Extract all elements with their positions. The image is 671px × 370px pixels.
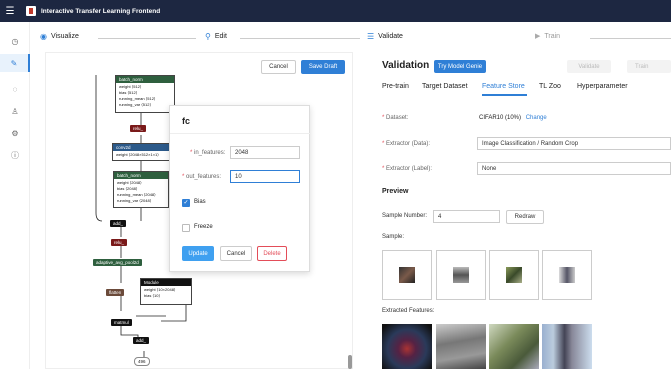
tab-pre-train[interactable]: Pre-train <box>382 83 409 90</box>
step-train-label: Train <box>544 32 561 40</box>
preview-heading: Preview <box>382 188 409 195</box>
step-validate-label: Validate <box>378 33 403 40</box>
tab-target-dataset[interactable]: Target Dataset <box>422 83 468 90</box>
extracted-features-label: Extracted Features: <box>382 308 435 314</box>
settings-icon[interactable]: ⚙ <box>8 126 22 140</box>
dataset-value: CIFAR10 (10%) <box>479 115 522 121</box>
sample-label: Sample: <box>382 234 405 240</box>
app-title: Interactive Transfer Learning Frontend <box>41 7 161 15</box>
node-param: running_var ⟨512⟩ <box>119 102 152 107</box>
out-features-label-text: out_features: <box>186 174 222 180</box>
extractor-data-label-text: Extractor (Data): <box>386 141 431 147</box>
node-module[interactable]: Module weight ⟨10×2048⟩ bias ⟨10⟩ <box>140 278 192 305</box>
node-title: batch_norm <box>116 76 174 83</box>
step-visualize-label: Visualize <box>50 33 79 40</box>
bias-checkbox[interactable]: ✓ <box>182 199 190 207</box>
tab-feature-store[interactable]: Feature Store <box>482 83 525 90</box>
step-edit[interactable]: ⚲ Edit <box>205 32 227 41</box>
sidebar: ◷ ✎ ◌ ♙ ⚙ ⓘ <box>0 22 30 369</box>
step-line <box>590 38 671 39</box>
play-icon: ▶ <box>535 33 541 40</box>
step-train[interactable]: ▶ Train <box>535 32 561 41</box>
feature-image[interactable] <box>382 324 432 369</box>
step-edit-label: Edit <box>214 33 227 40</box>
edit-icon[interactable]: ✎ <box>0 54 30 72</box>
validation-heading: Validation <box>382 60 430 71</box>
divider <box>170 133 311 134</box>
feature-image[interactable] <box>436 324 486 369</box>
node-title: conv2d <box>113 144 177 151</box>
in-features-label: * in_features: <box>190 150 226 156</box>
dataset-value-wrap: CIFAR10 (10%) Change <box>479 115 547 121</box>
freeze-label: Freeze <box>194 224 213 230</box>
node-param: weight ⟨2048×512×1×1⟩ <box>116 152 159 157</box>
out-features-label: * out_features: <box>182 174 222 180</box>
checklist-icon: ☰ <box>367 32 375 41</box>
in-features-label-text: in_features: <box>194 150 226 156</box>
freeze-checkbox[interactable] <box>182 224 190 232</box>
extractor-label-label: * Extractor (Label): <box>382 166 433 172</box>
node-relu[interactable]: relu_ <box>111 239 128 246</box>
sample-number-label: Sample Number: <box>382 213 428 219</box>
bias-label: Bias <box>194 199 206 205</box>
sample-image[interactable] <box>489 250 539 300</box>
node-flatten[interactable]: flatten <box>106 289 125 296</box>
info-icon[interactable]: ⓘ <box>8 148 22 162</box>
node-param: running_var ⟨2048⟩ <box>117 198 152 203</box>
sample-image[interactable] <box>542 250 592 300</box>
node-matmul[interactable]: matmul <box>111 319 132 326</box>
node-output[interactable]: 496 <box>134 357 150 366</box>
node-param: bias ⟨10⟩ <box>144 293 161 298</box>
clock-icon[interactable]: ◌ <box>8 82 22 96</box>
user-icon[interactable]: ♙ <box>8 104 22 118</box>
in-features-input[interactable]: 2048 <box>230 146 300 159</box>
tab-tl-zoo[interactable]: TL Zoo <box>539 83 561 90</box>
app-logo <box>26 6 36 16</box>
cancel-fc-button[interactable]: Cancel <box>220 246 252 261</box>
extractor-data-label: * Extractor (Data): <box>382 141 431 147</box>
node-add[interactable]: add_ <box>133 337 150 344</box>
node-title: batch_norm <box>114 172 168 179</box>
step-line <box>240 38 360 39</box>
node-batch-norm-top[interactable]: batch_norm weight ⟨512⟩ bias ⟨512⟩ runni… <box>115 75 175 113</box>
menu-icon[interactable]: ☰ <box>0 6 20 17</box>
dataset-change-link[interactable]: Change <box>526 115 547 121</box>
train-button[interactable]: Train <box>627 60 671 73</box>
node-adaptive-avg-pool2d[interactable]: adaptive_avg_pool2d <box>93 259 142 266</box>
dataset-label: * Dataset: <box>382 115 409 121</box>
fc-panel-title: fc <box>182 116 191 126</box>
extractor-label-select[interactable]: None <box>477 162 671 175</box>
delete-button[interactable]: Delete <box>257 246 287 261</box>
fc-edit-panel: fc * in_features: 2048 * out_features: 1… <box>169 105 311 272</box>
out-features-input[interactable]: 10 <box>230 170 300 183</box>
sample-image[interactable] <box>382 250 432 300</box>
step-validate[interactable]: ☰ Validate <box>367 32 403 41</box>
feature-image[interactable] <box>489 324 539 369</box>
try-model-genie-button[interactable]: Try Model Genie <box>434 60 486 73</box>
validate-button[interactable]: Validate <box>567 60 611 73</box>
validation-panel: Validation Try Model Genie Validate Trai… <box>372 52 671 369</box>
node-relu[interactable]: relu_ <box>130 125 147 132</box>
update-button[interactable]: Update <box>182 246 214 261</box>
active-tab-indicator <box>482 94 527 96</box>
extractor-label-label-text: Extractor (Label): <box>386 166 433 172</box>
tab-hyperparameter[interactable]: Hyperparameter <box>577 83 628 90</box>
node-title: Module <box>141 279 191 286</box>
node-add[interactable]: add_ <box>110 220 127 227</box>
top-bar: ☰ Interactive Transfer Learning Frontend <box>0 0 671 22</box>
step-visualize[interactable]: ◉ Visualize <box>40 32 79 41</box>
history-icon[interactable]: ◷ <box>8 34 22 48</box>
sample-number-input[interactable]: 4 <box>433 210 500 223</box>
edit-step-icon: ⚲ <box>205 32 211 41</box>
extractor-data-select[interactable]: Image Classification / Random Crop <box>477 137 671 150</box>
step-bar: ◉ Visualize ⚲ Edit ☰ Validate ▶ Train <box>30 28 671 48</box>
feature-image[interactable] <box>542 324 592 369</box>
step-line <box>98 38 196 39</box>
redraw-button[interactable]: Redraw <box>506 210 544 224</box>
canvas-scrollbar[interactable] <box>348 355 352 369</box>
eye-icon: ◉ <box>40 32 47 41</box>
sample-image[interactable] <box>436 250 486 300</box>
dataset-label-text: Dataset: <box>386 115 409 121</box>
node-batch-norm[interactable]: batch_norm weight ⟨2048⟩ bias ⟨2048⟩ run… <box>113 171 169 208</box>
